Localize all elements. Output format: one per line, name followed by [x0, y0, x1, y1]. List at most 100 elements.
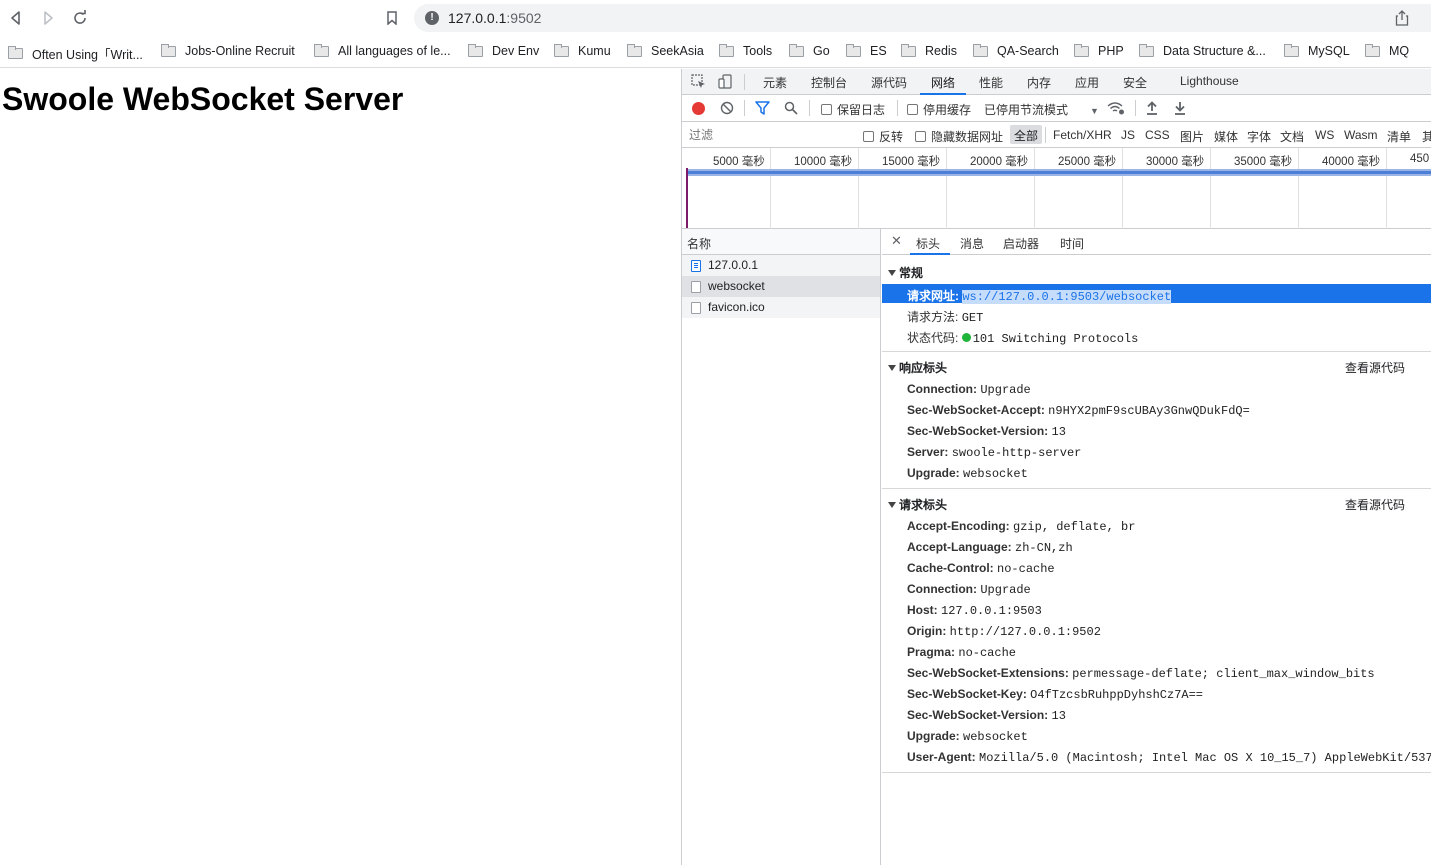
tab-lighthouse[interactable]: Lighthouse — [1180, 74, 1239, 88]
tab-network[interactable]: 网络 — [931, 74, 955, 91]
section-request-headers[interactable]: 请求标头 — [888, 496, 947, 513]
bookmark-folder[interactable]: MySQL — [1284, 43, 1350, 58]
view-source-button[interactable]: 查看源代码 — [1345, 496, 1405, 513]
bookmark-icon[interactable] — [382, 8, 402, 28]
bookmark-folder[interactable]: ES — [846, 43, 887, 58]
disable-cache-checkbox[interactable]: 停用缓存 — [907, 101, 971, 118]
tab-messages[interactable]: 消息 — [960, 235, 984, 252]
tab-initiator[interactable]: 启动器 — [1003, 235, 1039, 252]
clear-icon[interactable] — [720, 101, 734, 118]
invert-checkbox[interactable]: 反转 — [863, 128, 903, 145]
header-row[interactable]: Upgrade: websocket — [907, 466, 1028, 481]
filter-type-manifest[interactable]: 清单 — [1387, 128, 1411, 145]
filter-type-img[interactable]: 图片 — [1180, 128, 1204, 145]
address-bar[interactable]: ! 127.0.0.1:9502 — [414, 4, 1431, 32]
record-icon[interactable] — [692, 102, 705, 115]
network-overview-timeline[interactable]: 5000 毫秒 10000 毫秒 15000 毫秒 20000 毫秒 25000… — [682, 148, 1431, 229]
tab-console[interactable]: 控制台 — [811, 74, 847, 91]
request-detail-pane: ✕ 标头 消息 启动器 时间 常规 请求网址: ws://127.0.0.1:9… — [882, 229, 1431, 865]
header-row[interactable]: Host: 127.0.0.1:9503 — [907, 603, 1042, 618]
bookmark-folder[interactable]: PHP — [1074, 43, 1124, 58]
header-row[interactable]: Sec-WebSocket-Extensions: permessage-def… — [907, 666, 1375, 681]
filter-type-doc[interactable]: 文档 — [1280, 128, 1304, 145]
timeline-tick-label: 15000 毫秒 — [882, 156, 941, 168]
info-icon[interactable]: ! — [425, 11, 439, 25]
bookmark-folder[interactable]: Tools — [719, 43, 772, 58]
close-icon[interactable]: ✕ — [891, 233, 902, 249]
bookmark-folder[interactable]: Jobs-Online Recruit — [161, 43, 295, 58]
header-row[interactable]: Cache-Control: no-cache — [907, 561, 1055, 576]
filter-input[interactable] — [686, 125, 849, 144]
export-har-icon[interactable] — [1174, 101, 1186, 118]
folder-icon — [789, 43, 804, 57]
header-row[interactable]: Sec-WebSocket-Accept: n9HYX2pmF9scUBAy3G… — [907, 403, 1250, 418]
tab-security[interactable]: 安全 — [1123, 74, 1147, 91]
tab-timing[interactable]: 时间 — [1060, 235, 1084, 252]
timeline-gridline — [1034, 148, 1035, 229]
bookmark-folder[interactable]: Dev Env — [468, 43, 539, 58]
header-row[interactable]: Accept-Language: zh-CN,zh — [907, 540, 1073, 555]
header-row[interactable]: Sec-WebSocket-Version: 13 — [907, 708, 1066, 723]
inspect-element-icon[interactable] — [691, 74, 706, 92]
view-source-button[interactable]: 查看源代码 — [1345, 359, 1405, 376]
section-general[interactable]: 常规 — [888, 264, 923, 281]
bookmark-folder[interactable]: Often Using「Writ... — [8, 44, 143, 63]
request-method-row[interactable]: 请求方法: GET — [907, 308, 983, 325]
filter-type-ws[interactable]: WS — [1315, 128, 1334, 142]
header-row[interactable]: Server: swoole-http-server — [907, 445, 1081, 460]
filter-type-font[interactable]: 字体 — [1247, 128, 1271, 145]
bookmark-folder[interactable]: SeekAsia — [627, 43, 704, 58]
tab-sources[interactable]: 源代码 — [871, 74, 907, 91]
bookmark-folder[interactable]: All languages of le... — [314, 43, 451, 58]
reload-icon[interactable] — [70, 8, 90, 28]
bookmark-folder[interactable]: Redis — [901, 43, 957, 58]
header-row[interactable]: Sec-WebSocket-Version: 13 — [907, 424, 1066, 439]
filter-icon[interactable] — [755, 101, 770, 118]
bookmark-folder[interactable]: Go — [789, 43, 830, 58]
tab-performance[interactable]: 性能 — [979, 74, 1003, 91]
bookmark-folder[interactable]: MQ — [1365, 43, 1409, 58]
throttling-select[interactable]: 已停用节流模式 ▼ — [984, 101, 1099, 118]
header-row[interactable]: Upgrade: websocket — [907, 729, 1028, 744]
header-row[interactable]: Connection: Upgrade — [907, 582, 1031, 597]
filter-type-media[interactable]: 媒体 — [1214, 128, 1238, 145]
collapse-triangle-icon — [888, 502, 896, 508]
request-url-row[interactable]: 请求网址: ws://127.0.0.1:9503/websocket — [907, 287, 1172, 304]
filter-type-fetch-xhr[interactable]: Fetch/XHR — [1053, 128, 1112, 142]
request-row[interactable]: 127.0.0.1 — [682, 255, 880, 276]
preserve-log-checkbox[interactable]: 保留日志 — [821, 101, 885, 118]
header-row[interactable]: Pragma: no-cache — [907, 645, 1016, 660]
back-icon[interactable] — [6, 8, 26, 28]
section-response-headers[interactable]: 响应标头 — [888, 359, 947, 376]
forward-icon[interactable] — [38, 8, 58, 28]
filter-type-css[interactable]: CSS — [1145, 128, 1170, 142]
filter-type-js[interactable]: JS — [1121, 128, 1135, 142]
device-toolbar-icon[interactable] — [718, 74, 733, 92]
collapse-triangle-icon — [888, 270, 896, 276]
header-row[interactable]: Connection: Upgrade — [907, 382, 1031, 397]
status-code-row[interactable]: 状态代码: 101 Switching Protocols — [907, 329, 1138, 346]
filter-type-all[interactable]: 全部 — [1010, 125, 1043, 144]
request-row[interactable]: favicon.ico — [682, 297, 880, 318]
header-row[interactable]: Sec-WebSocket-Key: O4fTzcsbRuhppDyhshCz7… — [907, 687, 1203, 702]
filter-type-wasm[interactable]: Wasm — [1344, 128, 1378, 142]
header-row[interactable]: Accept-Encoding: gzip, deflate, br — [907, 519, 1135, 534]
devtools-panel: 元素 控制台 源代码 网络 性能 内存 应用 安全 Lighthouse 保留日… — [681, 69, 1431, 865]
tab-application[interactable]: 应用 — [1075, 74, 1099, 91]
network-conditions-icon[interactable] — [1107, 101, 1125, 118]
bookmark-folder[interactable]: Kumu — [554, 43, 611, 58]
header-row[interactable]: Origin: http://127.0.0.1:9502 — [907, 624, 1101, 639]
bookmark-folder[interactable]: Data Structure &... — [1139, 43, 1266, 58]
bookmark-folder[interactable]: QA-Search — [973, 43, 1059, 58]
column-header-name[interactable]: 名称 — [682, 229, 880, 255]
search-icon[interactable] — [784, 101, 798, 118]
share-icon[interactable] — [1395, 10, 1409, 29]
request-row[interactable]: websocket — [682, 276, 880, 297]
tab-elements[interactable]: 元素 — [763, 74, 787, 91]
tab-headers[interactable]: 标头 — [916, 235, 940, 252]
import-har-icon[interactable] — [1146, 101, 1158, 118]
tab-memory[interactable]: 内存 — [1027, 74, 1051, 91]
header-row[interactable]: User-Agent: Mozilla/5.0 (Macintosh; Inte… — [907, 750, 1431, 765]
filter-type-other[interactable]: 其 — [1422, 128, 1431, 145]
hide-data-urls-checkbox[interactable]: 隐藏数据网址 — [915, 128, 1003, 145]
